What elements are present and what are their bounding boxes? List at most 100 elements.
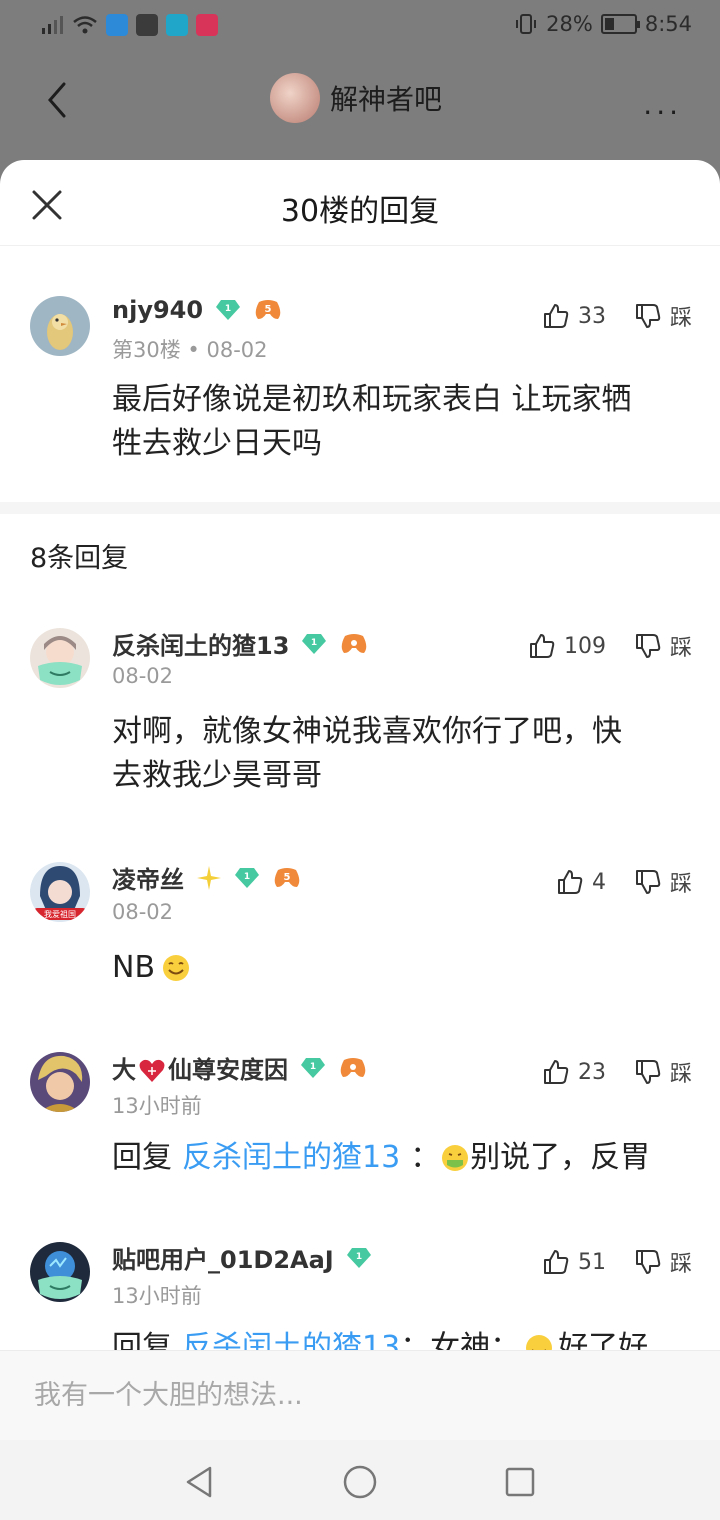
dislike-button[interactable]: 踩 [634,630,692,662]
reply-to-link[interactable]: 反杀闰土的猹13 [182,1136,400,1180]
level-gem-icon: 1 [216,300,241,320]
like-button[interactable]: 51 [542,1248,606,1276]
reply-actions: 109 踩 [528,630,692,662]
thumbs-up-icon [543,1250,569,1274]
username-row: njy940 1 5 [112,296,283,324]
reply-date: 13小时前 [112,1094,202,1118]
thumbs-down-icon [635,304,661,328]
reply-item: 我爱祖国 凌帝丝 1 5 08-02 NB 4 踩 [0,858,720,1028]
nav-back-icon[interactable] [180,1462,220,1502]
username-row: 凌帝丝 1 5 [112,860,302,895]
dislike-label: 踩 [669,872,692,897]
svg-text:1: 1 [244,872,250,882]
reply-input[interactable] [34,1373,634,1417]
reply-date: 08-02 [112,664,174,688]
post-actions: 33 踩 [542,300,692,332]
reply-text-line: 去救我少昊哥哥 [112,758,322,793]
clock: 8:54 [644,12,692,36]
reply-text: 回复 反杀闰土的猹13 ： 别说了，反胃 [112,1136,692,1180]
thumbs-down-icon [635,1250,661,1274]
like-count: 23 [577,1059,606,1085]
reply-actions: 23 踩 [542,1056,692,1088]
nav-home-icon[interactable] [340,1462,380,1502]
username-row: 大 仙尊安度因 1 [112,1050,368,1085]
thumbs-up-icon [529,634,555,658]
like-count: 51 [577,1249,606,1275]
book-app-icon [166,14,188,36]
dislike-label: 踩 [669,1062,692,1087]
level-gem-icon: 1 [235,867,259,888]
gamepad-badge-icon [342,633,367,653]
reply-actions: 51 踩 [542,1246,692,1278]
grin-emoji-icon [163,955,190,981]
dislike-button[interactable]: 踩 [634,1056,692,1088]
thumbs-down-icon [635,870,661,894]
avatar[interactable] [30,1242,90,1302]
username[interactable]: 反杀闰土的猹13 [112,626,289,661]
like-button[interactable]: 4 [556,868,606,896]
reply-prefix: 回复 [112,1140,172,1175]
wifi-icon [73,16,97,34]
sheet-title: 30楼的回复 [280,194,440,229]
svg-text:1: 1 [310,1062,316,1072]
post-text: 最后好像说是初玖和玩家表白 让玩家牺 牲去救少日天吗 [112,378,692,466]
username-part: 仙尊安度因 [168,1056,288,1084]
username[interactable]: 贴吧用户_01D2AaJ [112,1240,334,1275]
like-button[interactable]: 33 [542,302,606,330]
avatar[interactable] [30,296,90,356]
reply-date: 13小时前 [112,1284,202,1308]
reply-item: 反杀闰土的猹13 1 08-02 对啊，就像女神说我喜欢你行了吧，快 去救我少昊… [0,620,720,840]
meta-separator: • [187,338,207,362]
replies-sheet: 30楼的回复 njy940 1 5 第30楼 • 08-02 最后好像说是初玖和… [0,160,720,1440]
status-icons-right: 28% 8:54 [514,12,692,36]
status-bar: 28% 8:54 [0,0,720,56]
reply-actions: 4 踩 [556,866,692,898]
post-date: 08-02 [206,338,268,362]
username-row: 反杀闰土的猹13 1 [112,626,369,661]
like-button[interactable]: 109 [528,632,606,660]
dislike-button[interactable]: 踩 [634,866,692,898]
forum-avatar [270,73,320,123]
reply-text: 对啊，就像女神说我喜欢你行了吧，快 去救我少昊哥哥 [112,710,692,798]
battery-icon [600,14,640,34]
avatar[interactable] [30,628,90,688]
username[interactable]: 凌帝丝 [112,860,184,895]
sheet-header: 30楼的回复 [0,160,720,246]
svg-text:5: 5 [265,304,272,315]
thumbs-up-icon [543,304,569,328]
reply-text: NB [112,946,692,990]
nav-recents-icon[interactable] [500,1462,540,1502]
post-text-line: 牲去救少日天吗 [112,426,322,461]
back-arrow-icon[interactable] [36,78,80,122]
heart-icon [139,1059,165,1082]
thumbs-down-icon [635,1060,661,1084]
username[interactable]: 大 仙尊安度因 [112,1050,288,1085]
level-gem-icon: 1 [302,633,327,654]
like-count: 33 [577,303,606,329]
original-post: njy940 1 5 第30楼 • 08-02 最后好像说是初玖和玩家表白 让玩… [0,256,720,502]
like-button[interactable]: 23 [542,1058,606,1086]
more-menu-icon[interactable]: ··· [643,96,682,129]
shield-app-icon [106,14,128,36]
nauseated-emoji-icon [442,1145,469,1171]
gamepad-badge-icon [340,1057,366,1077]
level-gem-icon: 1 [346,1247,371,1268]
gamepad-badge-icon: 5 [274,867,300,887]
reply-input-bar [0,1350,720,1440]
battery-fill [604,18,614,30]
dislike-button[interactable]: 踩 [634,1246,692,1278]
reply-text-content: 别说了，反胃 [470,1140,651,1175]
reply-text-content: NB [112,950,156,985]
avatar[interactable] [30,1052,90,1112]
username[interactable]: njy940 [112,296,203,324]
reply-item: 大 仙尊安度因 1 13小时前 回复 反杀闰土的猹13 ： 别说了，反胃 23 踩 [0,1050,720,1220]
reply-date: 08-02 [112,900,174,924]
reply-colon: ： [410,1140,441,1175]
avatar[interactable]: 我爱祖国 [30,862,90,922]
dislike-label: 踩 [669,636,692,661]
app-bar: 解神者吧 ··· [0,56,720,156]
forum-header[interactable]: 解神者吧 [270,73,442,123]
svg-text:5: 5 [284,872,291,883]
forum-name: 解神者吧 [330,83,443,116]
dislike-button[interactable]: 踩 [634,300,692,332]
